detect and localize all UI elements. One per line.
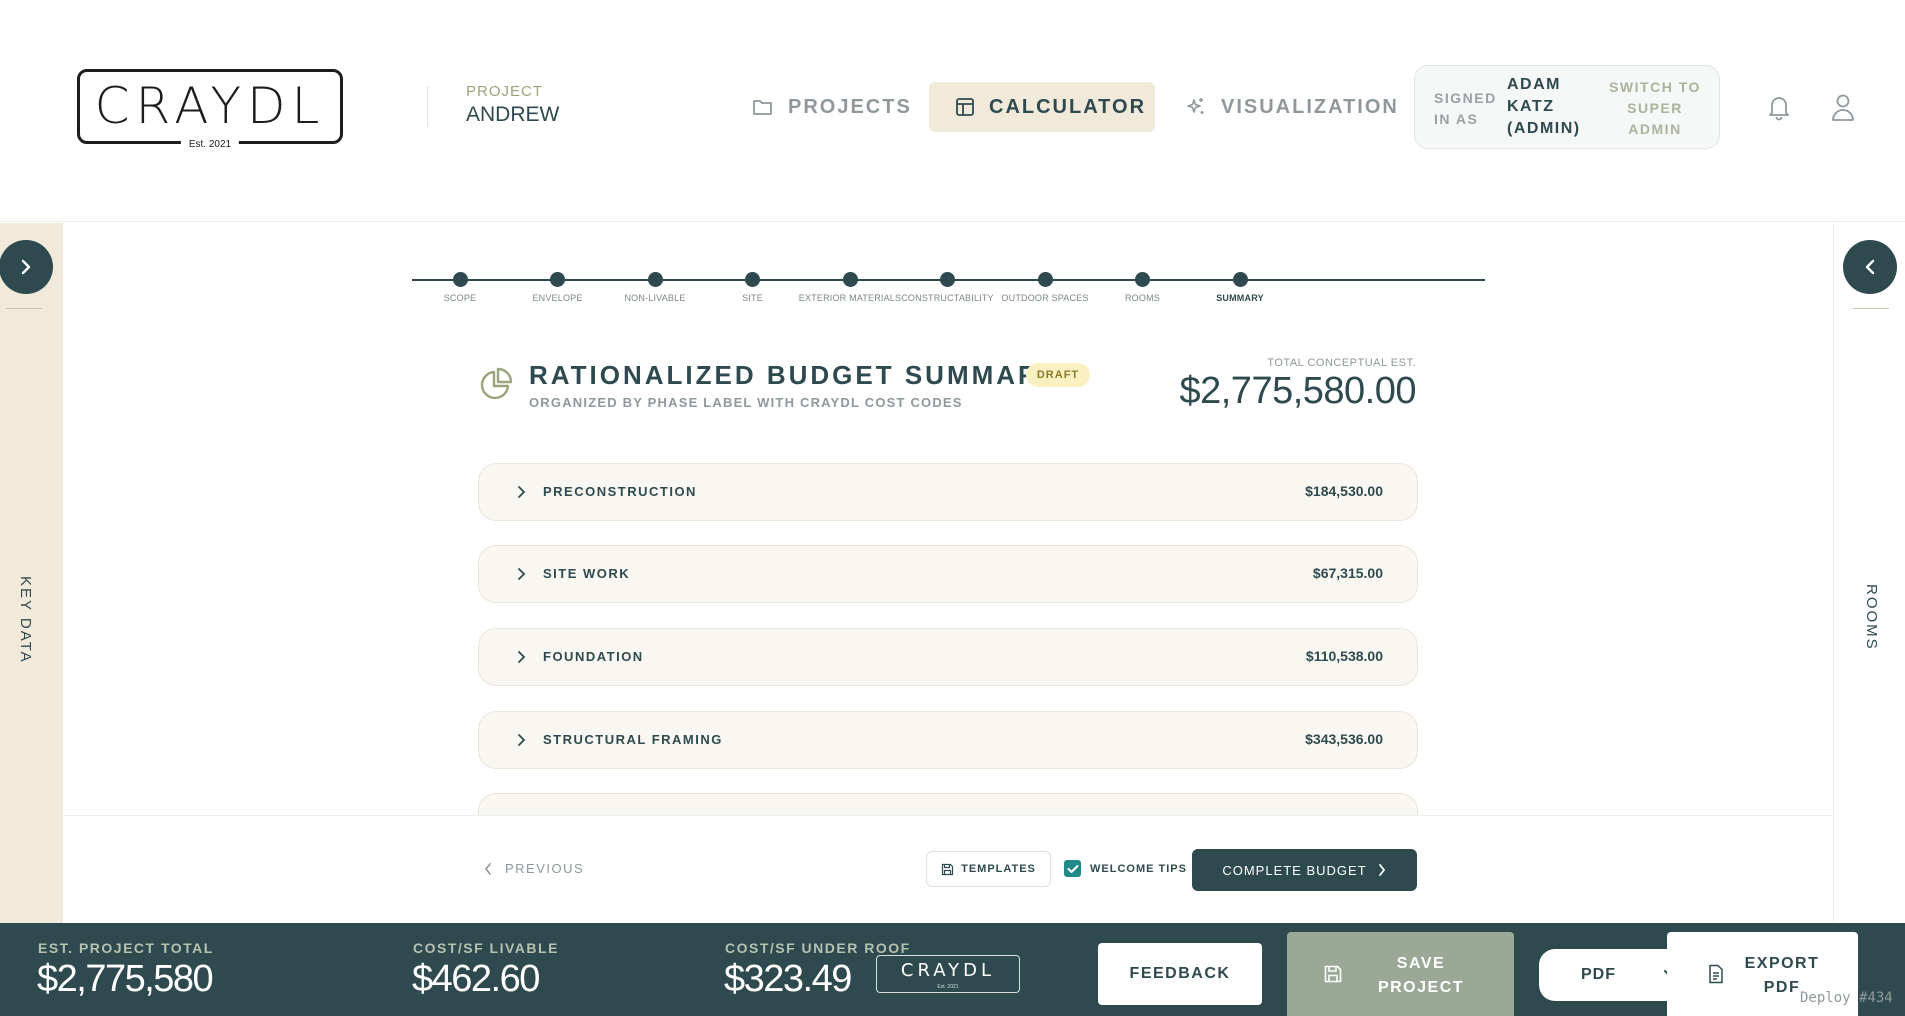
chevron-left-icon	[484, 862, 491, 875]
phase-name: FOUNDATION	[543, 649, 644, 664]
footer-logo-text: CRAYDL	[900, 960, 996, 981]
key-data-panel	[0, 223, 63, 923]
save-icon	[1324, 965, 1342, 983]
step-label: SUMMARY	[1216, 293, 1264, 303]
footer-logo-est: Est. 2021	[937, 984, 959, 990]
save-project-label: SAVE PROJECT	[1377, 955, 1465, 996]
document-icon	[1709, 964, 1723, 984]
step-dot	[940, 272, 955, 287]
total-estimate-label: TOTAL CONCEPTUAL EST.	[1267, 357, 1416, 369]
phase-row[interactable]: SITE WORK $67,315.00	[478, 545, 1418, 603]
chevron-right-icon	[518, 651, 526, 663]
deploy-label: Deploy #434	[1800, 990, 1893, 1006]
user-icon[interactable]	[1830, 92, 1856, 127]
save-icon	[941, 863, 954, 875]
chevron-right-icon	[518, 734, 526, 746]
phase-amount: $110,538.00	[1305, 648, 1383, 664]
cost-sf-livable-value: $462.60	[412, 958, 540, 1000]
top-header: CRAYDL Est. 2021 PROJECT ANDREW PROJECTS…	[0, 0, 1905, 222]
nav-calculator-label: CALCULATOR	[989, 95, 1147, 118]
project-label: PROJECT	[466, 83, 544, 100]
phase-amount: $184,530.00	[1305, 483, 1383, 499]
phase-name: STRUCTURAL FRAMING	[543, 732, 723, 747]
signed-in-label: SIGNED IN AS	[1434, 90, 1497, 127]
chevron-right-icon	[518, 486, 526, 498]
complete-budget-button[interactable]: COMPLETE BUDGET	[1192, 849, 1417, 891]
phase-row[interactable]: STRUCTURAL FRAMING $343,536.00	[478, 711, 1418, 769]
chevron-left-icon	[1865, 259, 1875, 275]
step-dot	[842, 272, 858, 287]
total-estimate-value: $2,775,580.00	[1179, 370, 1416, 412]
complete-budget-label: COMPLETE BUDGET	[1222, 862, 1367, 878]
project-total-label: EST. PROJECT TOTAL	[38, 940, 214, 956]
logo-est: Est. 2021	[180, 139, 240, 150]
phase-row[interactable]: FOUNDATION $110,538.00	[478, 628, 1418, 686]
step-dot	[745, 272, 760, 287]
phase-name: PRECONSTRUCTION	[543, 484, 697, 499]
craydl-logo[interactable]: CRAYDL Est. 2021	[77, 69, 343, 150]
check-icon	[1067, 864, 1078, 873]
page-subtitle: ORGANIZED BY PHASE LABEL WITH CRAYDL COS…	[529, 395, 963, 410]
nav-visualization[interactable]: VISUALIZATION	[1185, 82, 1399, 132]
step-dot	[1135, 272, 1150, 287]
bell-icon[interactable]	[1764, 92, 1794, 127]
rooms-label[interactable]: ROOMS	[1863, 584, 1880, 651]
app-root: CRAYDL Est. 2021 PROJECT ANDREW PROJECTS…	[0, 0, 1905, 1016]
previous-label: PREVIOUS	[505, 861, 585, 876]
templates-label: TEMPLATES	[961, 863, 1036, 875]
welcome-tips-label: WELCOME TIPS	[1090, 862, 1187, 875]
footer-logo: CRAYDL Est. 2021	[876, 955, 1020, 993]
folder-icon	[753, 100, 772, 115]
phase-list: PRECONSTRUCTION $184,530.00 SITE WORK $6…	[478, 463, 1418, 815]
expand-right-panel-button[interactable]	[1843, 240, 1897, 294]
key-data-label[interactable]: KEY DATA	[17, 576, 34, 664]
welcome-tips-checkbox[interactable]	[1064, 860, 1081, 877]
signed-in-user: ADAM KATZ (ADMIN)	[1507, 76, 1581, 137]
draft-badge: DRAFT	[1026, 363, 1090, 387]
project-total-value: $2,775,580	[37, 958, 214, 1000]
signed-in-box: SIGNED IN AS ADAM KATZ (ADMIN) SWITCH TO…	[1414, 65, 1720, 149]
rooms-panel	[1833, 223, 1905, 923]
pie-chart-icon	[478, 367, 514, 408]
cost-sf-roof-value: $323.49	[724, 958, 852, 1000]
templates-button[interactable]: TEMPLATES	[926, 851, 1051, 887]
chevron-right-icon	[1378, 864, 1385, 876]
phase-amount: $343,536.00	[1305, 731, 1383, 747]
step-dot	[1232, 272, 1248, 287]
chevron-right-icon	[21, 259, 31, 275]
feedback-button[interactable]: FEEDBACK	[1098, 943, 1262, 1005]
export-format-value: PDF	[1581, 966, 1616, 983]
nav-projects-label: PROJECTS	[788, 95, 912, 118]
save-project-button[interactable]: SAVE PROJECT	[1287, 932, 1514, 1016]
previous-button[interactable]: PREVIOUS	[483, 861, 584, 876]
nav-calculator[interactable]: CALCULATOR	[929, 82, 1155, 132]
step-dot	[647, 272, 663, 287]
cost-sf-livable-label: COST/SF LIVABLE	[413, 940, 559, 956]
expand-left-panel-button[interactable]	[0, 240, 53, 294]
phase-name: SITE WORK	[543, 566, 631, 581]
phase-amount: $67,315.00	[1312, 565, 1383, 581]
project-name: ANDREW	[466, 103, 560, 126]
right-panel-rule	[1853, 308, 1889, 309]
cost-sf-roof-label: COST/SF UNDER ROOF	[725, 940, 911, 956]
step-summary[interactable]: SUMMARY	[1180, 272, 1300, 303]
welcome-tips-toggle[interactable]: WELCOME TIPS	[1064, 860, 1187, 877]
left-panel-rule	[6, 308, 42, 309]
sparkles-icon	[1187, 98, 1204, 114]
logo-text: CRAYDL	[94, 77, 326, 135]
calculator-icon	[956, 98, 974, 116]
switch-admin-link[interactable]: SWITCH TO SUPER ADMIN	[1605, 77, 1705, 140]
step-dot	[452, 272, 468, 287]
header-divider	[427, 86, 428, 126]
phase-row[interactable]: PRECONSTRUCTION $184,530.00	[478, 463, 1418, 521]
phase-row-partial[interactable]	[478, 793, 1418, 815]
chevron-right-icon	[518, 568, 526, 580]
step-dot	[1037, 272, 1053, 287]
step-dot	[550, 272, 565, 287]
page-title: RATIONALIZED BUDGET SUMMARY	[529, 360, 1060, 390]
nav-projects[interactable]: PROJECTS	[752, 82, 912, 132]
nav-visualization-label: VISUALIZATION	[1221, 95, 1399, 118]
